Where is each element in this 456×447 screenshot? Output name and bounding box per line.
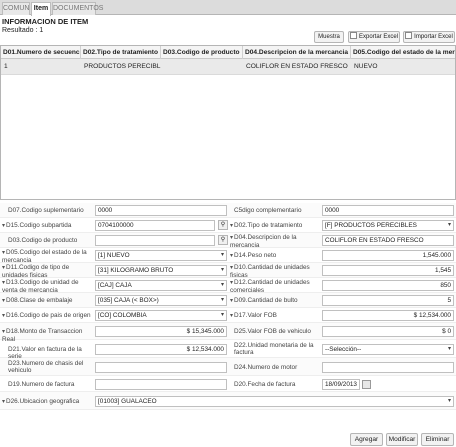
table-row[interactable]: 1 PRODUCTOS PERECIBLES COLIFLOR EN ESTAD… bbox=[1, 59, 455, 75]
label-tipo-tratamiento: D02.Tipo de tratamiento bbox=[230, 222, 318, 230]
tab-item[interactable]: Item bbox=[31, 2, 51, 16]
form-row: D11.Codigo de tipo de unidades fisicas [… bbox=[0, 263, 456, 279]
form-row: D07.Codigo suplementario 0000 C5digo com… bbox=[0, 203, 456, 218]
form-row: D21.Valor en factura de la serie $ 12,53… bbox=[0, 340, 456, 360]
import-excel-button[interactable]: Importar Excel bbox=[403, 31, 455, 43]
label-unidad-monetaria: D22.Unidad monetaria de la factura bbox=[234, 342, 314, 356]
excel-export-icon bbox=[349, 31, 357, 39]
calendar-icon[interactable] bbox=[362, 380, 371, 389]
cell-tratamiento: PRODUCTOS PERECIBLES bbox=[84, 63, 161, 70]
valor-factura-field[interactable]: $ 12,534.000 bbox=[95, 344, 227, 355]
section-title: INFORMACION DE ITEM bbox=[2, 17, 89, 26]
cell-secuencia: 1 bbox=[4, 63, 8, 70]
excel-import-icon bbox=[405, 31, 413, 39]
grid-header: D01.Numero de secuencia D02.Tipo de trat… bbox=[1, 46, 455, 59]
label-estado-mercancia: D05.Codigo del estado de la mercancia bbox=[2, 249, 92, 264]
label-pais-origen: D16.Codigo de pais de origen bbox=[2, 312, 94, 320]
label-fob-vehiculo: D25.Valor FOB de vehiculo bbox=[234, 328, 311, 335]
label-ubicacion-geografica: D26.Ubicacion geografica bbox=[2, 398, 92, 406]
search-icon[interactable]: ⚲ bbox=[218, 220, 228, 230]
tab-bar: COMUN Item DOCUMENTOS bbox=[0, 0, 456, 16]
add-button[interactable]: Agregar bbox=[350, 433, 383, 446]
label-cantidad-comerciales: D12.Cantidad de unidades comerciales bbox=[230, 279, 318, 294]
label-cantidad-bulto: D09.Cantidad de bulto bbox=[230, 297, 318, 305]
numero-factura-field[interactable] bbox=[95, 379, 227, 390]
subpartida-field[interactable]: 0704100000 bbox=[95, 220, 215, 231]
label-unidad-venta: D13.Codigo de unidad de venta de mercanc… bbox=[2, 279, 94, 294]
result-count: Resultado : 1 bbox=[2, 27, 44, 34]
label-numero-factura: D19.Numero de factura bbox=[8, 381, 75, 388]
numero-chasis-field[interactable] bbox=[95, 362, 227, 373]
form-row: D23.Numero de chasis del vehiculo D24.Nu… bbox=[0, 358, 456, 376]
search-icon[interactable]: ⚲ bbox=[218, 235, 228, 245]
label-codigo-suplementario: D07.Codigo suplementario bbox=[8, 207, 84, 214]
delete-button[interactable]: Eliminar bbox=[421, 433, 454, 446]
label-codigo-producto: D03.Codigo de producto bbox=[8, 237, 78, 244]
tab-comun[interactable]: COMUN bbox=[2, 2, 30, 15]
show-button[interactable]: Muestra bbox=[314, 31, 344, 43]
tipo-tratamiento-select[interactable]: [F] PRODUCTOS PERECIBLES bbox=[322, 220, 454, 231]
item-form: D07.Codigo suplementario 0000 C5digo com… bbox=[0, 203, 456, 429]
fob-vehiculo-field[interactable]: $ 0 bbox=[322, 326, 454, 337]
label-numero-chasis: D23.Numero de chasis del vehiculo bbox=[8, 360, 84, 374]
cell-descripcion: COLIFLOR EN ESTADO FRESCO bbox=[246, 63, 348, 70]
codigo-suplementario-field[interactable]: 0000 bbox=[95, 205, 227, 216]
cantidad-comerciales-field[interactable]: 850 bbox=[322, 280, 454, 291]
form-row: D08.Clase de embalaje [035] CAJA (< BOX>… bbox=[0, 293, 456, 308]
form-row: D16.Codigo de pais de origen [CO] COLOMB… bbox=[0, 308, 456, 323]
numero-motor-field[interactable] bbox=[322, 362, 454, 373]
estado-mercancia-select[interactable]: [1] NUEVO bbox=[95, 250, 227, 261]
label-subpartida: D15.Codigo subpartida bbox=[2, 222, 92, 230]
peso-neto-field[interactable]: 1,545.000 bbox=[322, 250, 454, 261]
cell-estado: NUEVO bbox=[354, 63, 378, 70]
pais-origen-select[interactable]: [CO] COLOMBIA bbox=[95, 310, 227, 321]
form-row: D03.Codigo de producto ⚲ D04.Descripcion… bbox=[0, 233, 456, 249]
label-clase-embalaje: D08.Clase de embalaje bbox=[2, 297, 92, 305]
export-excel-button[interactable]: Exportar Excel bbox=[348, 31, 400, 43]
cell-producto bbox=[161, 59, 243, 75]
cantidad-bulto-field[interactable]: 5 bbox=[322, 295, 454, 306]
form-row: D26.Ubicacion geografica [01003] GUALACE… bbox=[0, 392, 456, 410]
cantidad-fisicas-field[interactable]: 1,545 bbox=[322, 265, 454, 276]
unidad-monetaria-select[interactable]: --Selección-- bbox=[322, 344, 454, 355]
label-numero-motor: D24.Numero de motor bbox=[234, 364, 298, 371]
codigo-producto-field[interactable] bbox=[95, 235, 215, 246]
col-header-producto[interactable]: D03.Codigo de producto bbox=[161, 46, 243, 59]
descripcion-field[interactable]: COLIFLOR EN ESTADO FRESCO bbox=[322, 235, 454, 246]
label-descripcion: D04.Descripcion de la mercancia bbox=[230, 234, 318, 249]
col-header-secuencia[interactable]: D01.Numero de secuencia bbox=[1, 46, 81, 59]
label-fecha-factura: D20.Fecha de factura bbox=[234, 381, 296, 388]
clase-embalaje-select[interactable]: [035] CAJA (< BOX>) bbox=[95, 295, 227, 306]
form-row: D13.Codigo de unidad de venta de mercanc… bbox=[0, 278, 456, 294]
form-row: D19.Numero de factura D20.Fecha de factu… bbox=[0, 376, 456, 392]
modify-button[interactable]: Modificar bbox=[386, 433, 418, 446]
form-row: D15.Codigo subpartida 0704100000 ⚲ D02.T… bbox=[0, 218, 456, 233]
label-codigo-complementario: C5digo complementario bbox=[234, 207, 302, 214]
col-header-estado[interactable]: D05.Codigo del estado de la mer bbox=[351, 46, 455, 59]
ubicacion-geografica-select[interactable]: [01003] GUALACEO bbox=[95, 396, 454, 407]
col-header-tratamiento[interactable]: D02.Tipo de tratamiento bbox=[81, 46, 161, 59]
items-grid: D01.Numero de secuencia D02.Tipo de trat… bbox=[0, 45, 456, 200]
label-valor-fob: D17.Valor FOB bbox=[230, 312, 318, 320]
form-row: D18.Monto de Transaccion Real $ 15,345.0… bbox=[0, 323, 456, 343]
tab-documentos[interactable]: DOCUMENTOS bbox=[52, 2, 103, 15]
label-peso-neto: D14.Peso neto bbox=[230, 252, 318, 260]
codigo-complementario-field[interactable]: 0000 bbox=[322, 205, 454, 216]
monto-transaccion-field[interactable]: $ 15,345.000 bbox=[95, 326, 227, 337]
unidad-venta-select[interactable]: [CAJ] CAJA bbox=[95, 280, 227, 291]
fecha-factura-field[interactable]: 18/09/2013 bbox=[322, 379, 360, 390]
label-tipo-unidades: D11.Codigo de tipo de unidades fisicas bbox=[2, 264, 94, 279]
valor-fob-field[interactable]: $ 12,534.000 bbox=[322, 310, 454, 321]
label-cantidad-fisicas: D10.Cantidad de unidades fisicas bbox=[230, 264, 318, 279]
form-row: D05.Codigo del estado de la mercancia [1… bbox=[0, 248, 456, 264]
col-header-descripcion[interactable]: D04.Descripcion de la mercancia bbox=[243, 46, 351, 59]
tipo-unidades-select[interactable]: [31] KILOGRAMO BRUTO bbox=[95, 265, 227, 276]
